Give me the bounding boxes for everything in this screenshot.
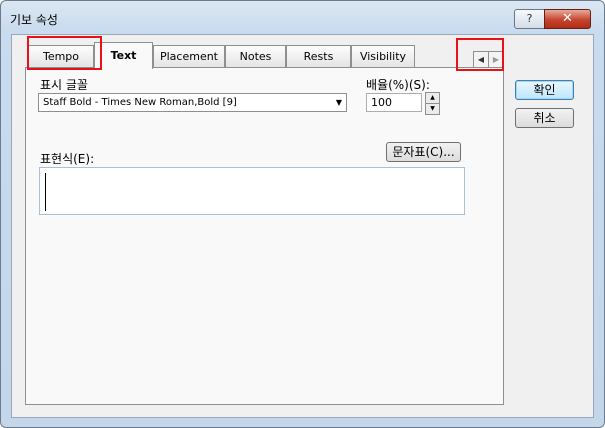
tab-rests[interactable]: Rests bbox=[286, 45, 351, 67]
tab-visibility[interactable]: Visibility bbox=[351, 45, 415, 67]
text-caret bbox=[45, 173, 46, 211]
expression-textarea[interactable] bbox=[39, 167, 465, 215]
font-select-value: Staff Bold - Times New Roman,Bold [9] bbox=[43, 97, 237, 108]
window-title: 기보 속성 bbox=[10, 13, 58, 27]
title-bar[interactable]: 기보 속성 ? ✕ bbox=[1, 1, 604, 35]
help-button[interactable]: ? bbox=[514, 9, 545, 29]
ok-button[interactable]: 확인 bbox=[515, 80, 574, 100]
tab-placement[interactable]: Placement bbox=[153, 45, 225, 67]
scale-input[interactable]: 100 bbox=[366, 93, 422, 112]
tab-scroll-highlight bbox=[456, 38, 504, 71]
tab-notes[interactable]: Notes bbox=[225, 45, 286, 67]
dropdown-arrow-icon: ▼ bbox=[335, 98, 342, 107]
scale-spinner: ▲ ▼ bbox=[425, 92, 440, 115]
tempo-tab-highlight bbox=[27, 36, 102, 70]
expression-label: 표현식(E): bbox=[40, 152, 95, 166]
scale-label: 배율(%)(S): bbox=[366, 78, 430, 92]
close-button[interactable]: ✕ bbox=[544, 9, 591, 29]
font-select[interactable]: Staff Bold - Times New Roman,Bold [9] ▼ bbox=[38, 93, 347, 112]
spin-down-icon[interactable]: ▼ bbox=[426, 103, 439, 114]
tab-panel bbox=[25, 67, 504, 405]
spin-up-icon[interactable]: ▲ bbox=[426, 93, 439, 103]
tab-text[interactable]: Text bbox=[94, 42, 153, 69]
cancel-button[interactable]: 취소 bbox=[515, 108, 574, 128]
charmap-button[interactable]: 문자표(C)... bbox=[386, 142, 461, 162]
font-label: 표시 글꼴 bbox=[40, 78, 88, 92]
